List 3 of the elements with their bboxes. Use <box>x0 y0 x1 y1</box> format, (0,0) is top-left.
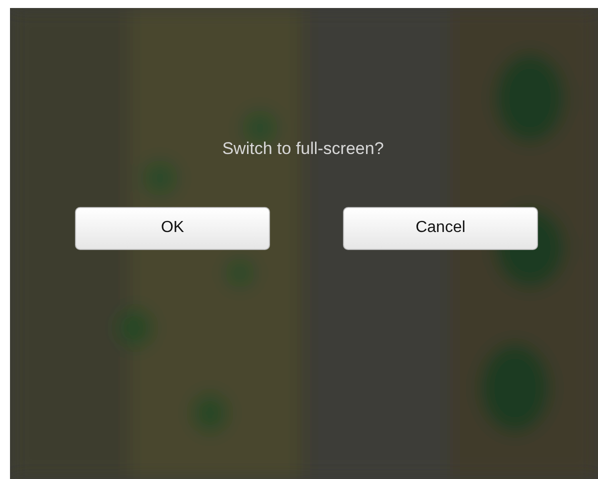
cancel-button[interactable]: Cancel <box>343 206 538 250</box>
ok-button[interactable]: OK <box>75 206 270 250</box>
dialog-message: Switch to full-screen? <box>221 138 385 160</box>
